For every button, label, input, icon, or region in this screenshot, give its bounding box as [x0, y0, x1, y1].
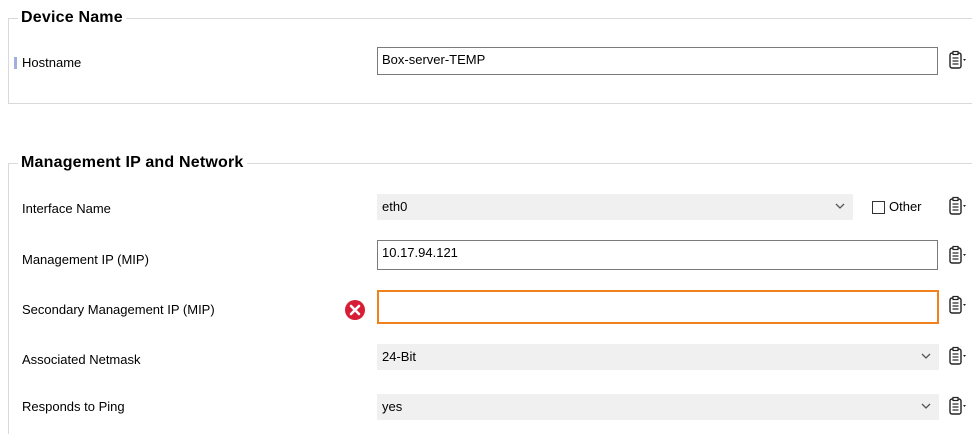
- management-ip-input[interactable]: 10.17.94.121: [377, 240, 938, 270]
- clipboard-menu-icon[interactable]: [947, 295, 969, 317]
- clipboard-menu-icon[interactable]: [947, 396, 969, 418]
- secondary-management-ip-input[interactable]: [377, 290, 939, 324]
- clipboard-menu-icon[interactable]: [947, 245, 969, 267]
- error-x-icon: [345, 300, 365, 320]
- interface-name-label: Interface Name: [22, 201, 111, 216]
- chevron-down-icon: [835, 203, 845, 209]
- clipboard-menu-icon[interactable]: [947, 346, 969, 368]
- responds-to-ping-value: yes: [382, 399, 403, 414]
- interface-name-select[interactable]: eth0: [377, 194, 853, 220]
- clipboard-menu-icon[interactable]: [947, 196, 969, 218]
- hostname-input[interactable]: Box-server-TEMP: [377, 47, 938, 75]
- responds-to-ping-select[interactable]: yes: [377, 394, 939, 420]
- secondary-management-ip-label: Secondary Management IP (MIP): [22, 302, 215, 317]
- hostname-label: Hostname: [22, 55, 82, 70]
- other-checkbox-label: Other: [889, 199, 922, 214]
- required-marker: [14, 57, 17, 69]
- associated-netmask-select[interactable]: 24-Bit: [377, 344, 939, 370]
- chevron-down-icon: [921, 403, 931, 409]
- interface-name-value: eth0: [382, 199, 408, 214]
- other-checkbox[interactable]: [872, 201, 885, 214]
- associated-netmask-label: Associated Netmask: [22, 352, 141, 367]
- management-group-title: Management IP and Network: [18, 153, 247, 173]
- associated-netmask-value: 24-Bit: [382, 349, 416, 364]
- responds-to-ping-label: Responds to Ping: [22, 399, 125, 414]
- management-ip-label: Management IP (MIP): [22, 252, 149, 267]
- clipboard-menu-icon[interactable]: [947, 50, 969, 72]
- device-name-group-title: Device Name: [18, 8, 126, 28]
- chevron-down-icon: [921, 353, 931, 359]
